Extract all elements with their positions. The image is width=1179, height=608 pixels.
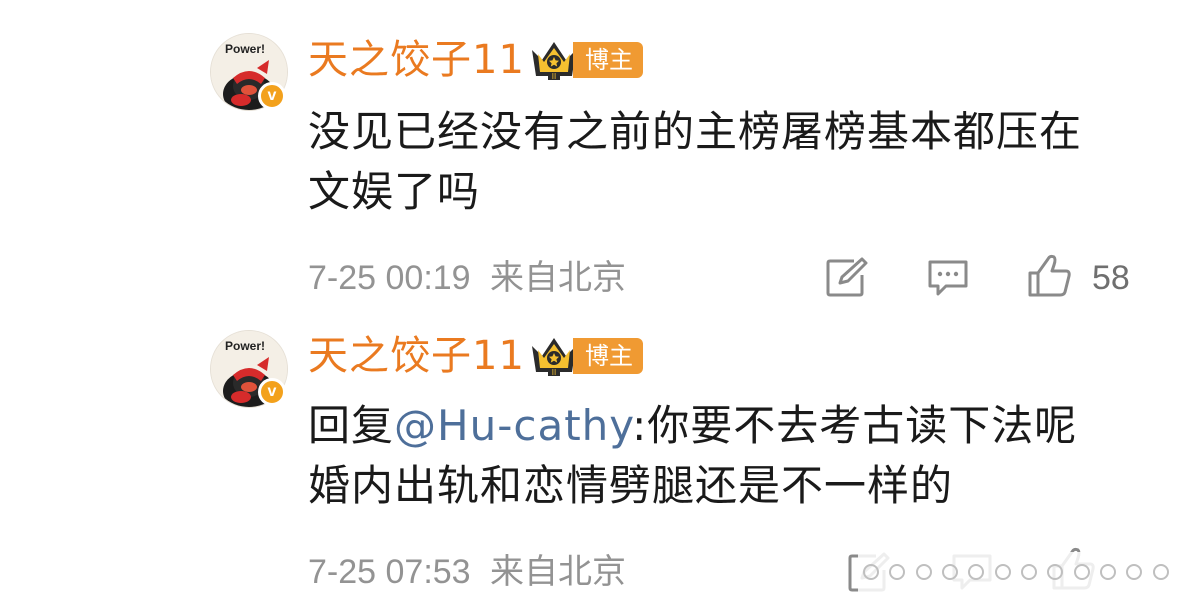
verified-badge: v <box>258 82 286 110</box>
comment-text: 没见已经没有之前的主榜屠榜基本都压在文娱了吗 <box>308 107 1083 216</box>
watermark-glyph <box>863 564 880 580</box>
watermark-glyph <box>915 564 932 580</box>
svg-text:II: II <box>552 368 556 377</box>
repost-icon[interactable] <box>824 257 868 297</box>
like-icon[interactable] <box>1026 253 1074 299</box>
watermark-glyph <box>1126 564 1143 580</box>
watermark-glyph <box>994 564 1011 580</box>
avatar-caption: Power! <box>225 339 266 353</box>
comment-location: 来自北京 <box>490 553 627 591</box>
reply-prefix: 回复 <box>308 401 395 450</box>
username[interactable]: 天之饺子11 <box>308 332 525 380</box>
comment-location: 来自北京 <box>490 259 627 297</box>
watermark-glyph <box>1021 564 1038 580</box>
comment-icon[interactable] <box>926 258 970 298</box>
svg-text:II: II <box>552 72 556 81</box>
username[interactable]: 天之饺子11 <box>308 36 525 84</box>
watermark-overlay <box>858 552 1174 592</box>
mention-link[interactable]: @Hu-cathy <box>394 401 632 450</box>
blogger-tag: 博主 <box>573 42 643 78</box>
watermark-glyph <box>1073 564 1090 580</box>
like-count: 58 <box>1092 259 1130 297</box>
watermark-glyph <box>968 564 985 580</box>
comment-meta: 7-25 00:19 来自北京 <box>308 258 626 298</box>
avatar-caption: Power! <box>225 42 266 56</box>
watermark-glyph <box>889 564 906 580</box>
comment-time: 7-25 07:53 <box>308 553 471 591</box>
watermark-glyph <box>1100 564 1117 580</box>
watermark-glyph <box>1047 564 1064 580</box>
verified-badge: v <box>258 378 286 406</box>
comment-meta: 7-25 07:53 来自北京 <box>308 552 626 592</box>
watermark-glyph <box>1152 564 1169 580</box>
comment-time: 7-25 00:19 <box>308 259 471 297</box>
blogger-tag: 博主 <box>573 338 643 374</box>
watermark-glyph <box>942 564 959 580</box>
comment-text-block: 回复@Hu-cathy:你要不去考古读下法呢婚内出轨和恋情劈腿还是不一样的 <box>308 396 1108 516</box>
